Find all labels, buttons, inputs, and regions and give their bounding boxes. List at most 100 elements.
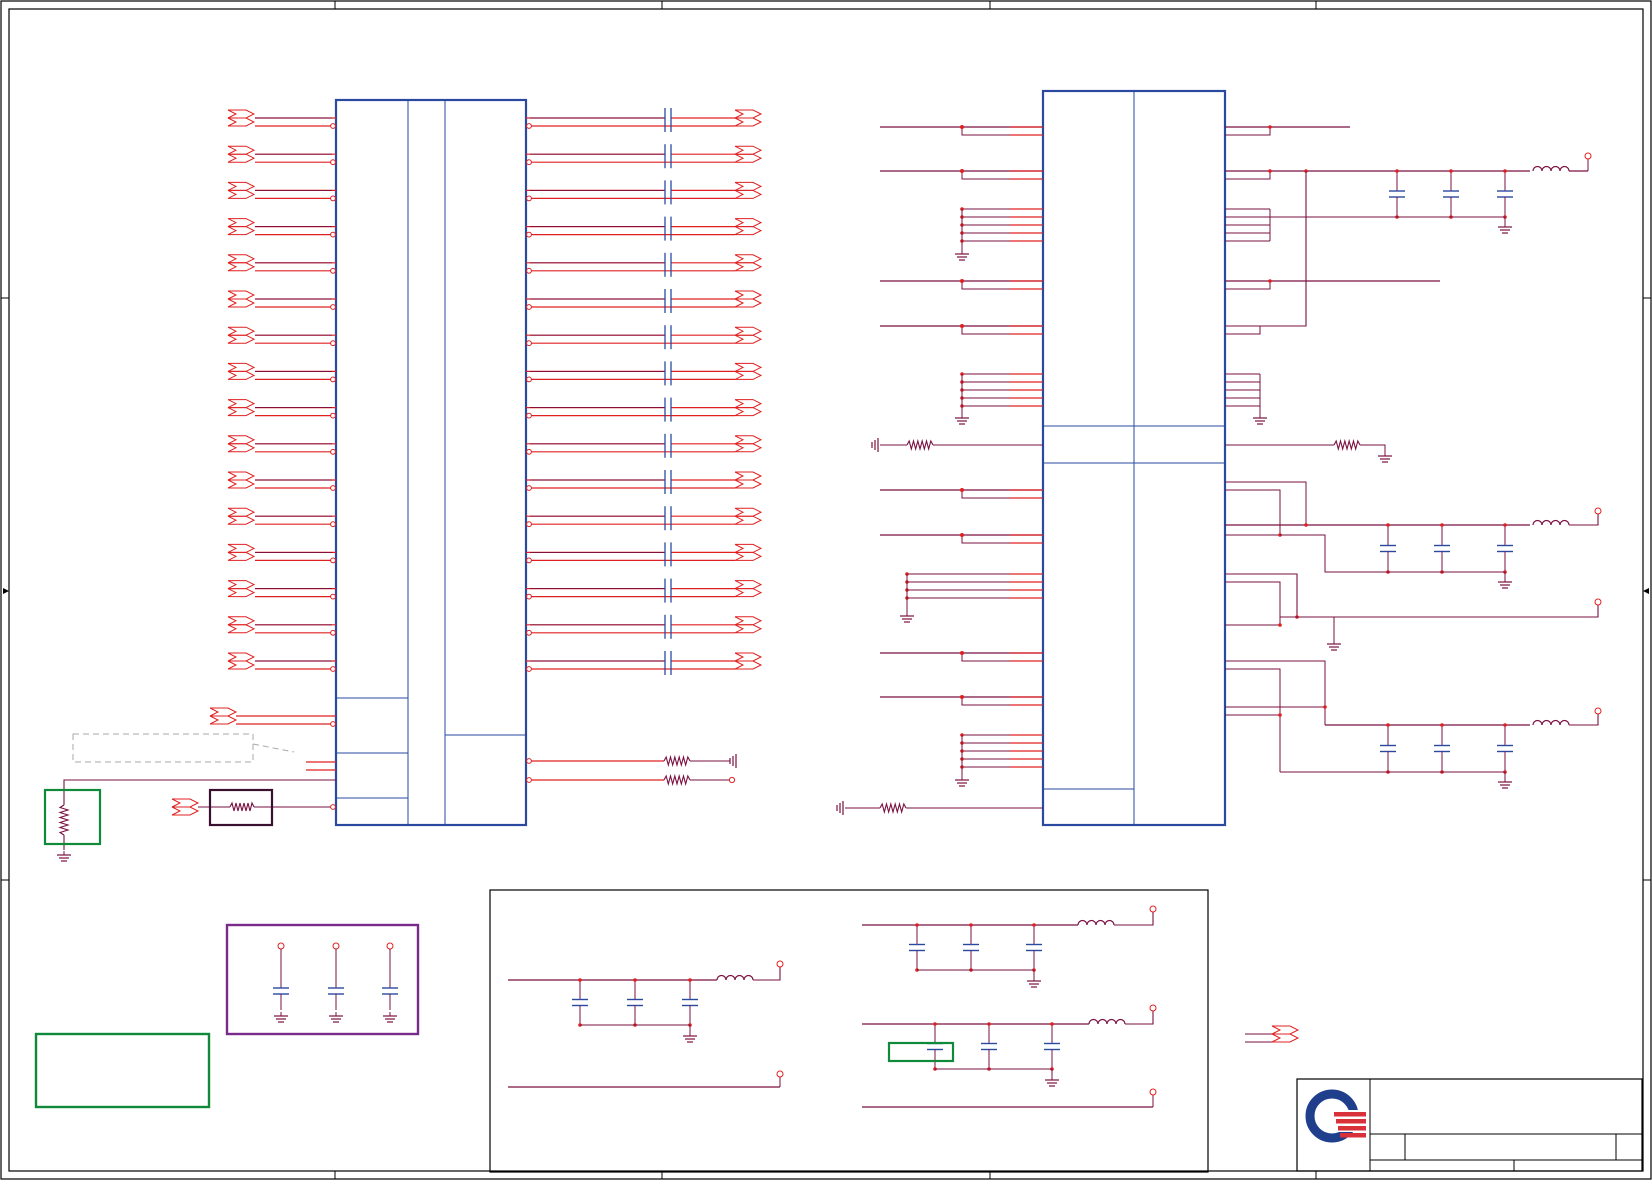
connector-outline — [734, 660, 763, 670]
connector-outline — [227, 515, 256, 525]
ground-symbol — [274, 1012, 288, 1023]
connector-outline — [734, 507, 763, 517]
filter-inductor — [1088, 1018, 1126, 1025]
decoupling-capacitor — [1026, 925, 1042, 970]
output-offpage-connector — [734, 109, 763, 127]
decoupling-capacitor — [1389, 171, 1405, 217]
junction-dot — [960, 169, 964, 173]
pin-end — [526, 777, 532, 783]
power-terminal — [1594, 598, 1602, 606]
chassis-ground-symbol — [729, 754, 737, 768]
bias-resistor — [906, 438, 934, 452]
wire — [961, 697, 1043, 706]
power-terminal — [776, 1070, 784, 1078]
schematic-sheet — [0, 0, 1652, 1180]
ground-symbol — [1498, 578, 1512, 589]
offpage-connector — [209, 707, 238, 725]
connector-outline — [227, 290, 256, 300]
ground-symbol — [1378, 452, 1392, 463]
wire — [1280, 616, 1335, 640]
coupling-capacitor — [664, 397, 672, 422]
ground-symbol — [683, 1032, 697, 1043]
pin-end — [330, 666, 336, 672]
annotation-boxes — [34, 923, 1300, 1109]
coupling-capacitor — [664, 252, 672, 277]
connector-outline — [734, 362, 763, 372]
input-offpage-connector — [227, 543, 256, 561]
connector-outline — [171, 806, 200, 816]
input-offpage-connector — [227, 290, 256, 308]
connector-outline — [734, 189, 763, 199]
connector-outline — [734, 479, 763, 489]
connector-outline — [227, 471, 256, 481]
junction-dot — [1268, 279, 1272, 283]
power-terminal — [1149, 1088, 1157, 1096]
output-offpage-connector — [734, 543, 763, 561]
output-offpage-connector — [734, 399, 763, 417]
connector-outline — [1271, 1033, 1300, 1043]
decoupling-capacitor — [1497, 725, 1513, 772]
decoupling-capacitor — [1434, 725, 1450, 772]
junction-dot — [1278, 713, 1282, 717]
chassis-ground-symbol — [836, 801, 844, 815]
pulldown-resistor — [58, 804, 70, 836]
wire — [1225, 481, 1307, 525]
connector-outline — [734, 471, 763, 481]
junction-dot — [1395, 169, 1399, 173]
power-terminal — [277, 942, 285, 950]
output-offpage-connector — [734, 507, 763, 525]
connector-outline — [734, 370, 763, 380]
output-offpage-connector — [734, 580, 763, 598]
power-terminal — [728, 776, 736, 784]
input-offpage-connector — [227, 435, 256, 453]
junction-dot — [688, 978, 692, 982]
junction-dot — [633, 978, 637, 982]
connector-outline — [734, 298, 763, 308]
pin-end — [526, 376, 532, 383]
connector-outline — [227, 218, 256, 228]
green-highlight-box — [887, 1041, 955, 1063]
pin-end — [330, 629, 336, 636]
decoupling-capacitor — [909, 925, 925, 970]
chassis-ground-symbol — [871, 438, 879, 452]
coupling-capacitor — [664, 216, 672, 241]
connector-outline — [734, 117, 763, 127]
decoupling-capacitor — [572, 980, 588, 1025]
pin-end — [330, 340, 336, 347]
connector-outline — [227, 435, 256, 445]
pin-end — [526, 448, 532, 455]
termination-resistor — [663, 773, 691, 787]
inner-frame — [8, 8, 1644, 1172]
company-logo — [1305, 1089, 1366, 1143]
junction-dot — [578, 978, 582, 982]
output-offpage-connector — [734, 181, 763, 199]
ground-symbol — [955, 250, 969, 261]
connector-outline — [734, 443, 763, 453]
pin-end — [526, 123, 532, 129]
output-offpage-connector — [734, 218, 763, 236]
wire — [1225, 489, 1281, 536]
connector-outline — [227, 181, 256, 191]
ground-symbol — [1253, 414, 1267, 425]
input-offpage-connector — [227, 507, 256, 525]
wire — [1360, 444, 1386, 452]
pin-end — [330, 195, 336, 202]
connector-outline — [227, 334, 256, 344]
connector-outline — [734, 181, 763, 191]
wire — [63, 779, 336, 805]
junction-dot — [1032, 923, 1036, 927]
decoupling-capacitor — [981, 1024, 997, 1069]
pin-end — [330, 231, 336, 238]
connector-outline — [227, 479, 256, 489]
connector-outline — [734, 290, 763, 300]
connector-outline — [171, 798, 200, 808]
connector-outline — [227, 551, 256, 561]
ic-right-input-wires — [836, 125, 1043, 815]
pin-end — [330, 521, 336, 528]
connector-left-bottom-circuit — [43, 707, 737, 862]
power-terminal — [332, 942, 340, 950]
logo-stripe — [1340, 1133, 1366, 1138]
power-terminal — [776, 960, 784, 968]
output-offpage-connector — [734, 362, 763, 380]
connector-outline — [227, 580, 256, 590]
